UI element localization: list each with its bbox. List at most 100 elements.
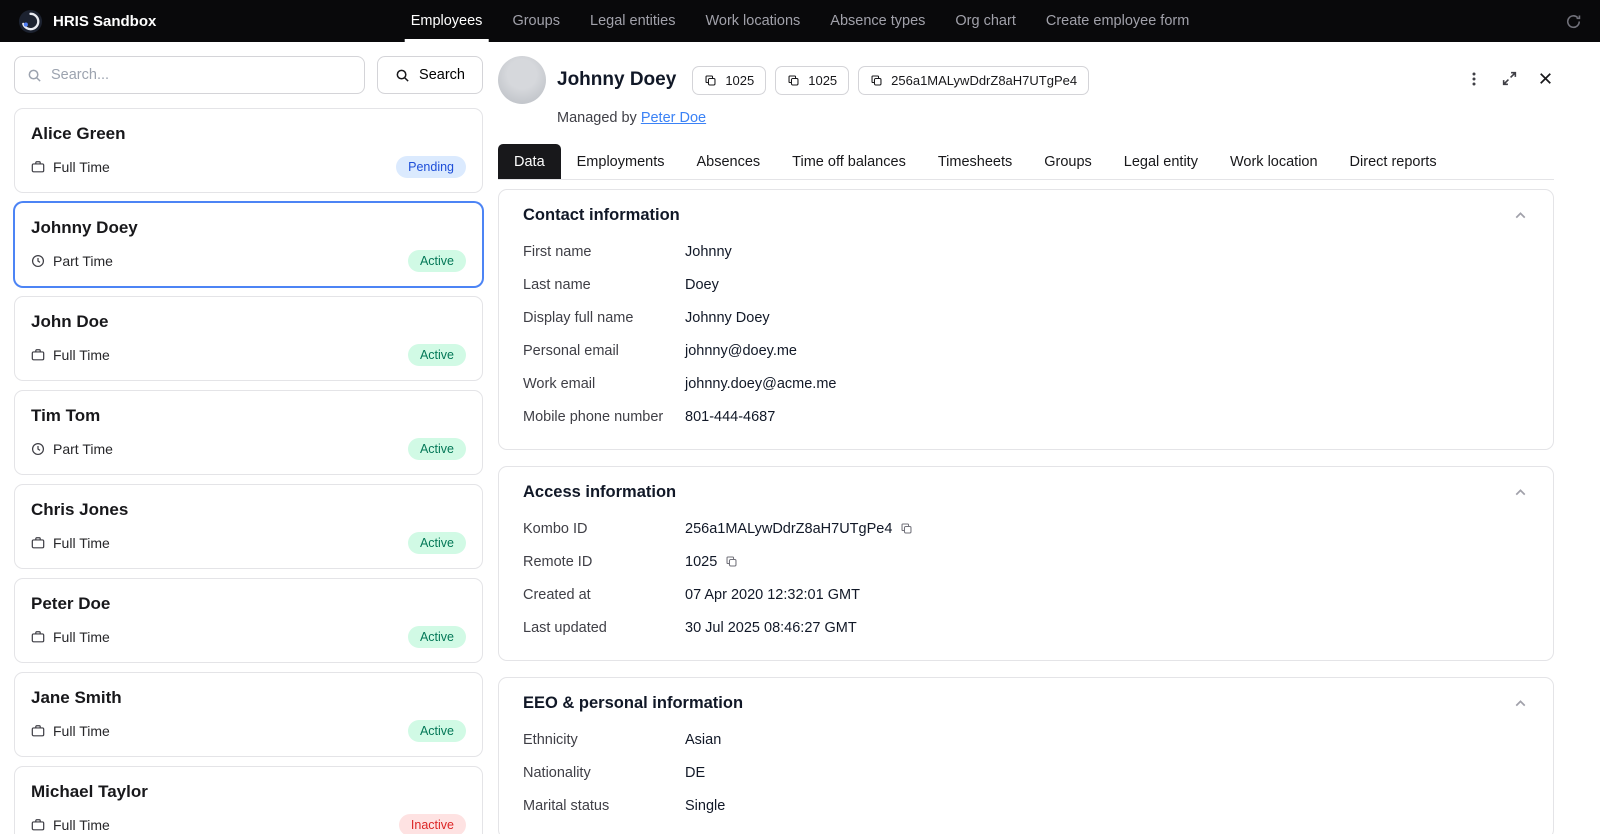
field-row: Marital status Single (523, 789, 1529, 822)
search-button[interactable]: Search (377, 56, 483, 94)
id-badge[interactable]: 1025 (775, 65, 850, 95)
status-badge: Active (407, 438, 466, 460)
employment-type-label: Full Time (53, 629, 110, 645)
tab[interactable]: Absences (680, 144, 776, 179)
tab[interactable]: Direct reports (1334, 144, 1453, 179)
section-header: Contact information (523, 206, 1529, 225)
topnav-item[interactable]: Work locations (690, 0, 815, 42)
employee-meta-row: Part Time Active (31, 438, 466, 460)
employee-meta-row: Full Time Inactive (31, 814, 466, 834)
field-value-wrap: 30 Jul 2025 08:46:27 GMT (685, 620, 857, 636)
tab-label: Time off balances (792, 153, 906, 170)
expand-icon[interactable] (1501, 70, 1518, 87)
tab-label: Data (514, 153, 545, 170)
copy-icon[interactable] (725, 555, 738, 568)
field-value: Doey (685, 276, 719, 293)
field-list: Kombo ID 256a1MALywDdrZ8aH7UTgPe4 Remote… (523, 512, 1529, 644)
field-value-wrap: 07 Apr 2020 12:32:01 GMT (685, 587, 860, 603)
section-header: Access information (523, 483, 1529, 502)
tab[interactable]: Groups (1028, 144, 1108, 179)
section-title: Contact information (523, 206, 680, 224)
top-navigation: HRIS Sandbox Employees Groups Legal enti… (0, 0, 1600, 42)
employee-sidebar: Search Alice Green Full Time Pending Joh… (0, 42, 497, 834)
topnav-item[interactable]: Create employee form (1031, 0, 1204, 42)
employee-meta-row: Full Time Active (31, 344, 466, 366)
field-value-wrap: DE (685, 765, 705, 781)
field-label: Ethnicity (523, 731, 578, 748)
field-label: Nationality (523, 764, 591, 781)
employee-name: Jane Smith (31, 688, 122, 707)
tab-label: Groups (1044, 153, 1092, 170)
topnav-item[interactable]: Groups (497, 0, 575, 42)
tab[interactable]: Work location (1214, 144, 1334, 179)
topnav-item-label: Groups (512, 13, 560, 29)
field-label: Display full name (523, 309, 634, 326)
field-label: Personal email (523, 342, 619, 359)
chevron-up-icon[interactable] (1512, 484, 1529, 501)
topnav-item[interactable]: Absence types (815, 0, 940, 42)
employment-type-label: Full Time (53, 347, 110, 363)
tab[interactable]: Timesheets (922, 144, 1028, 179)
employee-card[interactable]: Michael Taylor Full Time Inactive (14, 766, 483, 834)
topnav-item[interactable]: Legal entities (575, 0, 690, 42)
employee-card[interactable]: Alice Green Full Time Pending (14, 108, 483, 193)
field-value: 801-444-4687 (685, 408, 776, 425)
copy-icon (787, 74, 800, 87)
id-badge[interactable]: 1025 (692, 65, 767, 95)
kebab-menu-icon[interactable] (1466, 71, 1482, 87)
briefcase-icon (31, 348, 45, 362)
employee-card[interactable]: John Doe Full Time Active (14, 296, 483, 381)
tab-label: Legal entity (1123, 153, 1198, 170)
topnav-item-label: Create employee form (1045, 13, 1190, 29)
copy-icon (704, 74, 717, 87)
search-input[interactable] (51, 67, 353, 83)
tab[interactable]: Legal entity (1108, 144, 1214, 179)
tab-label: Direct reports (1349, 153, 1437, 170)
refresh-icon[interactable] (1565, 13, 1582, 30)
topnav-item-label: Employees (410, 13, 483, 29)
field-value: Johnny Doey (685, 309, 770, 326)
field-value: 30 Jul 2025 08:46:27 GMT (685, 619, 857, 636)
id-badge[interactable]: 256a1MALywDdrZ8aH7UTgPe4 (858, 65, 1090, 95)
managed-by-link[interactable]: Peter Doe (641, 110, 706, 126)
employee-name: Johnny Doey (31, 218, 138, 237)
topnav-item[interactable]: Employees (396, 0, 498, 42)
tab[interactable]: Employments (561, 144, 681, 179)
status-badge: Active (407, 720, 466, 742)
topnav-item-label: Work locations (705, 13, 801, 29)
employee-card[interactable]: Johnny Doey Part Time Active (14, 202, 483, 287)
field-row: Last updated 30 Jul 2025 08:46:27 GMT (523, 611, 1529, 644)
tab[interactable]: Time off balances (776, 144, 922, 179)
employee-card[interactable]: Tim Tom Part Time Active (14, 390, 483, 475)
id-badge-text: 1025 (725, 72, 755, 88)
field-list: Ethnicity Asian Nationality DE Marital s… (523, 723, 1529, 822)
topnav-item[interactable]: Org chart (940, 0, 1030, 42)
employee-list: Alice Green Full Time Pending Johnny Doe… (14, 108, 483, 834)
chevron-up-icon[interactable] (1512, 207, 1529, 224)
status-badge: Pending (396, 156, 466, 178)
chevron-up-icon[interactable] (1512, 695, 1529, 712)
field-value: Johnny (685, 243, 732, 260)
brand-title: HRIS Sandbox (53, 12, 157, 30)
employee-card[interactable]: Peter Doe Full Time Active (14, 578, 483, 663)
search-icon (27, 68, 42, 83)
briefcase-icon (31, 160, 45, 174)
header-actions (1466, 70, 1554, 87)
field-value: johnny.doey@acme.me (685, 375, 837, 392)
copy-icon (870, 74, 883, 87)
field-value-wrap: 1025 (685, 554, 738, 570)
employee-card[interactable]: Jane Smith Full Time Active (14, 672, 483, 757)
id-badge-text: 256a1MALywDdrZ8aH7UTgPe4 (891, 72, 1078, 88)
search-icon (395, 68, 410, 83)
field-value-wrap: Doey (685, 277, 719, 293)
app-logo-icon (18, 9, 43, 34)
employee-card[interactable]: Chris Jones Full Time Active (14, 484, 483, 569)
tab[interactable]: Data (498, 144, 561, 179)
field-value-wrap: johnny.doey@acme.me (685, 376, 836, 392)
topnav-item-label: Legal entities (590, 13, 676, 29)
employment-type-label: Part Time (53, 253, 113, 269)
employee-meta-row: Full Time Active (31, 720, 466, 742)
copy-icon[interactable] (900, 522, 913, 535)
info-section: Access information Kombo ID 256a1MALywDd… (498, 466, 1554, 661)
close-icon[interactable] (1537, 70, 1554, 87)
